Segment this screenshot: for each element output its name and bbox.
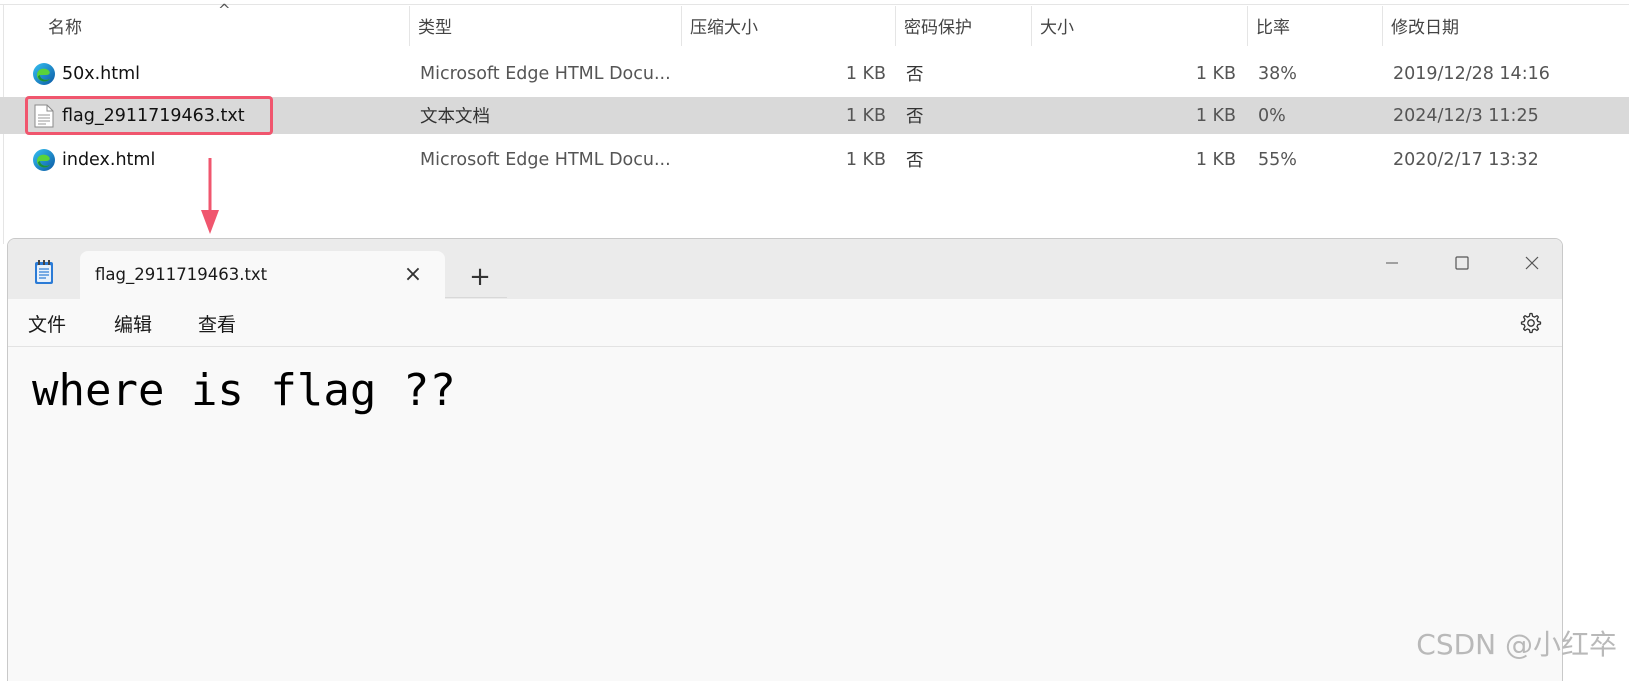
menu-bar: 文件 编辑 查看 <box>8 299 1562 347</box>
sort-ascending-icon: ^ <box>218 1 231 19</box>
column-header-size[interactable]: 大小 <box>1032 0 1248 50</box>
notepad-app-icon <box>34 259 54 285</box>
tab-close-icon[interactable]: × <box>400 261 426 287</box>
tab-title: flag_2911719463.txt <box>95 265 268 284</box>
edge-icon <box>32 148 56 172</box>
tab-document[interactable]: flag_2911719463.txt × <box>80 251 445 299</box>
new-tab-button[interactable]: + <box>460 259 500 295</box>
close-icon <box>1525 256 1539 270</box>
file-compressed-size: 1 KB <box>845 149 886 170</box>
maximize-button[interactable] <box>1432 243 1492 283</box>
file-size: 1 KB <box>1195 105 1236 126</box>
file-modified-date: 2019/12/28 14:16 <box>1393 63 1550 84</box>
highlight-box-annotation <box>25 96 273 135</box>
column-header-size-label: 大小 <box>1040 17 1074 38</box>
column-header-modified-label: 修改日期 <box>1391 17 1459 38</box>
column-header-modified[interactable]: 修改日期 <box>1383 0 1629 50</box>
column-header-password[interactable]: 密码保护 <box>896 0 1032 50</box>
watermark: CSDN @小红卒 <box>1416 628 1617 661</box>
file-password-protected: 否 <box>906 151 924 171</box>
file-name: 50x.html <box>62 63 141 84</box>
file-password-protected: 否 <box>906 107 924 127</box>
column-header-type[interactable]: 类型 <box>410 0 682 50</box>
file-ratio: 0% <box>1258 105 1286 126</box>
arrow-down-annotation <box>201 158 219 234</box>
minimize-icon <box>1386 262 1398 264</box>
file-name: index.html <box>62 149 156 170</box>
file-type: Microsoft Edge HTML Docu... <box>420 63 671 84</box>
column-header-compressed-size[interactable]: 压缩大小 <box>682 0 896 50</box>
notepad-window: flag_2911719463.txt × + 文件 编辑 查看 where i… <box>7 238 1563 681</box>
minimize-button[interactable] <box>1362 243 1422 283</box>
file-compressed-size: 1 KB <box>845 105 886 126</box>
file-password-protected: 否 <box>906 65 924 85</box>
column-header-type-label: 类型 <box>418 17 452 38</box>
file-name-cell: 50x.html <box>32 55 140 92</box>
maximize-icon <box>1455 256 1469 270</box>
file-row[interactable]: 50x.html Microsoft Edge HTML Docu... 1 K… <box>0 55 1629 92</box>
menu-file[interactable]: 文件 <box>22 307 72 339</box>
close-window-button[interactable] <box>1502 243 1562 283</box>
column-header-ratio[interactable]: 比率 <box>1248 0 1383 50</box>
column-header-password-label: 密码保护 <box>904 17 972 38</box>
text-editor-area[interactable]: where is flag ?? <box>8 347 1562 681</box>
gear-icon[interactable] <box>1519 311 1543 335</box>
column-header-name-label: 名称 <box>48 17 82 38</box>
file-ratio: 55% <box>1258 149 1297 170</box>
file-row[interactable]: index.html Microsoft Edge HTML Docu... 1… <box>0 141 1629 178</box>
menu-view[interactable]: 查看 <box>192 307 242 339</box>
file-size: 1 KB <box>1195 149 1236 170</box>
file-size: 1 KB <box>1195 63 1236 84</box>
file-modified-date: 2020/2/17 13:32 <box>1393 149 1539 170</box>
document-content[interactable]: where is flag ?? <box>32 365 456 416</box>
file-modified-date: 2024/12/3 11:25 <box>1393 105 1539 126</box>
edge-icon <box>32 62 56 86</box>
tab-strip-underline <box>445 297 507 298</box>
file-type: Microsoft Edge HTML Docu... <box>420 149 671 170</box>
file-type: 文本文档 <box>420 107 490 127</box>
file-ratio: 38% <box>1258 63 1297 84</box>
menu-edit[interactable]: 编辑 <box>108 307 158 339</box>
column-header-ratio-label: 比率 <box>1256 17 1290 38</box>
title-bar[interactable]: flag_2911719463.txt × + <box>8 239 1562 299</box>
file-name-cell: index.html <box>32 141 155 178</box>
column-header-compressed-size-label: 压缩大小 <box>690 17 758 38</box>
file-compressed-size: 1 KB <box>845 63 886 84</box>
